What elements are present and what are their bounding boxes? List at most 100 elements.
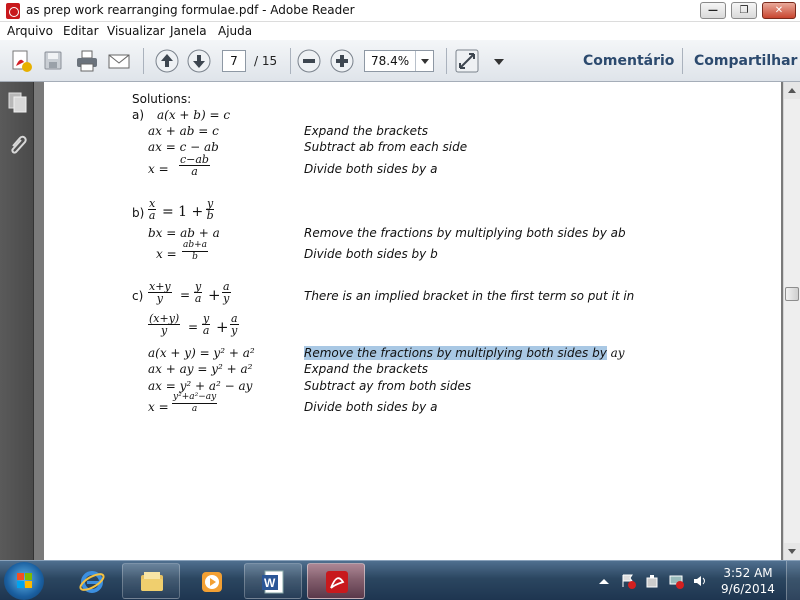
part-c-step2-plus: + xyxy=(216,318,229,336)
adobe-reader-icon xyxy=(326,571,348,593)
pages-panel-icon[interactable] xyxy=(8,92,28,114)
clock-date: 9/6/2014 xyxy=(721,582,775,596)
power-icon[interactable] xyxy=(644,573,660,589)
part-a-step3: ax = c − ab xyxy=(148,140,219,154)
part-a-desc3: Subtract ab from each side xyxy=(304,140,468,154)
system-clock[interactable]: 3:52 AM 9/6/2014 xyxy=(718,565,778,597)
taskbar: W 3:52 AM 9/6/2014 xyxy=(0,560,800,600)
menu-janela[interactable]: Janela xyxy=(170,24,207,38)
toolbar-menu-icon[interactable] xyxy=(486,48,512,74)
part-b-step3-fraction: ab+a b xyxy=(182,240,209,262)
internet-explorer-icon xyxy=(79,571,105,593)
taskbar-windows-explorer[interactable] xyxy=(122,563,180,599)
minimize-icon: — xyxy=(708,5,718,16)
solutions-heading: Solutions: xyxy=(132,92,192,106)
save-icon[interactable] xyxy=(40,48,66,74)
part-a-label: a) xyxy=(132,108,145,122)
email-icon[interactable] xyxy=(106,48,132,74)
part-c-step6-lhs: x = xyxy=(148,400,169,414)
part-a-step4-fraction: c−ab a xyxy=(179,153,210,178)
media-player-icon xyxy=(202,572,222,592)
show-desktop-button[interactable] xyxy=(786,561,800,600)
selected-text-highlight[interactable]: Remove the fractions by multiplying both… xyxy=(304,346,607,360)
part-c-step2-lhs-fraction: (x+y) y xyxy=(148,312,181,337)
part-c-desc6: Divide both sides by a xyxy=(304,400,438,414)
window-title: as prep work rearranging formulae.pdf - … xyxy=(26,3,355,17)
part-c-step5: ax = y² + a² − ay xyxy=(148,379,253,393)
part-b-step2: bx = ab + a xyxy=(148,226,220,240)
print-icon[interactable] xyxy=(74,48,100,74)
menu-editar[interactable]: Editar xyxy=(63,24,99,38)
volume-icon[interactable] xyxy=(692,573,708,589)
document-area: Solutions: a) a(x + b) = c ax + ab = c a… xyxy=(34,82,783,560)
part-c-desc5: Subtract ay from both sides xyxy=(304,379,472,393)
maximize-button[interactable]: ❐ xyxy=(731,2,757,19)
navigation-panel xyxy=(0,82,34,560)
minimize-button[interactable]: — xyxy=(700,2,726,19)
part-c-desc1: There is an implied bracket in the first… xyxy=(304,289,635,303)
part-c-desc3-tail: ay xyxy=(610,346,625,360)
menu-ajuda[interactable]: Ajuda xyxy=(218,24,252,38)
part-b-desc3: Divide both sides by b xyxy=(304,247,438,261)
menu-arquivo[interactable]: Arquivo xyxy=(7,24,53,38)
next-page-icon[interactable] xyxy=(186,48,212,74)
part-c-step4: ax + ay = y² + a² xyxy=(148,362,253,376)
part-b-step3-lhs: x = xyxy=(156,247,177,261)
action-center-icon[interactable] xyxy=(620,573,636,589)
part-c-step1-fraction3: ay xyxy=(222,280,231,305)
part-c-step2-fraction3: ay xyxy=(230,312,239,337)
svg-text:W: W xyxy=(264,576,276,590)
part-b-desc2: Remove the fractions by multiplying both… xyxy=(304,226,626,240)
taskbar-media-player[interactable] xyxy=(182,563,240,599)
word-icon: W xyxy=(262,570,284,594)
scroll-down-icon[interactable] xyxy=(784,543,800,560)
taskbar-adobe-reader[interactable] xyxy=(307,563,365,599)
fit-page-icon[interactable] xyxy=(454,48,480,74)
zoom-value: 78.4% xyxy=(371,54,410,68)
part-c-step1-fraction2: ya xyxy=(194,280,203,305)
part-a-desc2: Expand the brackets xyxy=(304,124,428,138)
comment-button[interactable]: Comentário xyxy=(583,53,674,69)
part-b-step1-fraction: xa xyxy=(148,197,157,222)
part-c-desc3[interactable]: Remove the fractions by multiplying both… xyxy=(304,346,625,360)
page-number-input[interactable]: 7 xyxy=(222,50,246,72)
zoom-select[interactable]: 78.4% xyxy=(364,50,434,72)
previous-page-icon[interactable] xyxy=(154,48,180,74)
scroll-thumb[interactable] xyxy=(785,287,799,301)
page-total: / 15 xyxy=(254,54,278,68)
taskbar-internet-explorer[interactable] xyxy=(62,563,120,599)
zoom-out-icon[interactable] xyxy=(296,48,322,74)
share-button[interactable]: Compartilhar xyxy=(694,53,797,69)
part-c-step2-fraction2: ya xyxy=(202,312,211,337)
menu-visualizar[interactable]: Visualizar xyxy=(107,24,165,38)
part-a-step1: a(x + b) = c xyxy=(157,108,231,122)
start-button[interactable] xyxy=(4,562,44,600)
pdf-page: Solutions: a) a(x + b) = c ax + ab = c a… xyxy=(44,82,781,560)
part-c-step2-equals: = xyxy=(188,320,199,334)
part-b-step1-mid: = 1 + xyxy=(162,204,204,220)
zoom-in-icon[interactable] xyxy=(329,48,355,74)
maximize-icon: ❐ xyxy=(739,5,749,16)
close-button[interactable]: ✕ xyxy=(762,2,796,19)
menu-bar: Arquivo Editar Visualizar Janela Ajuda xyxy=(0,22,800,40)
part-b-label: b) xyxy=(132,206,145,220)
vertical-scrollbar[interactable] xyxy=(783,82,800,560)
part-a-step2: ax + ab = c xyxy=(148,124,219,138)
part-a-step4-lhs: x = xyxy=(148,162,169,176)
part-c-desc4: Expand the brackets xyxy=(304,362,428,376)
windows-explorer-icon xyxy=(141,572,163,591)
create-pdf-icon[interactable] xyxy=(8,48,34,74)
part-c-step1-lhs-fraction: x+y y xyxy=(148,280,172,305)
close-icon: ✕ xyxy=(774,5,784,16)
part-c-step1-equals: = xyxy=(180,288,191,302)
part-a-desc4: Divide both sides by a xyxy=(304,162,438,176)
network-icon[interactable] xyxy=(668,573,684,589)
scroll-up-icon[interactable] xyxy=(784,82,800,99)
title-bar: as prep work rearranging formulae.pdf - … xyxy=(0,0,800,22)
part-c-label: c) xyxy=(132,289,144,303)
clock-time: 3:52 AM xyxy=(723,566,773,580)
taskbar-word[interactable]: W xyxy=(244,563,302,599)
chevron-down-icon[interactable] xyxy=(415,51,433,71)
attachments-icon[interactable] xyxy=(8,134,28,156)
show-hidden-icons-icon[interactable] xyxy=(596,573,612,589)
